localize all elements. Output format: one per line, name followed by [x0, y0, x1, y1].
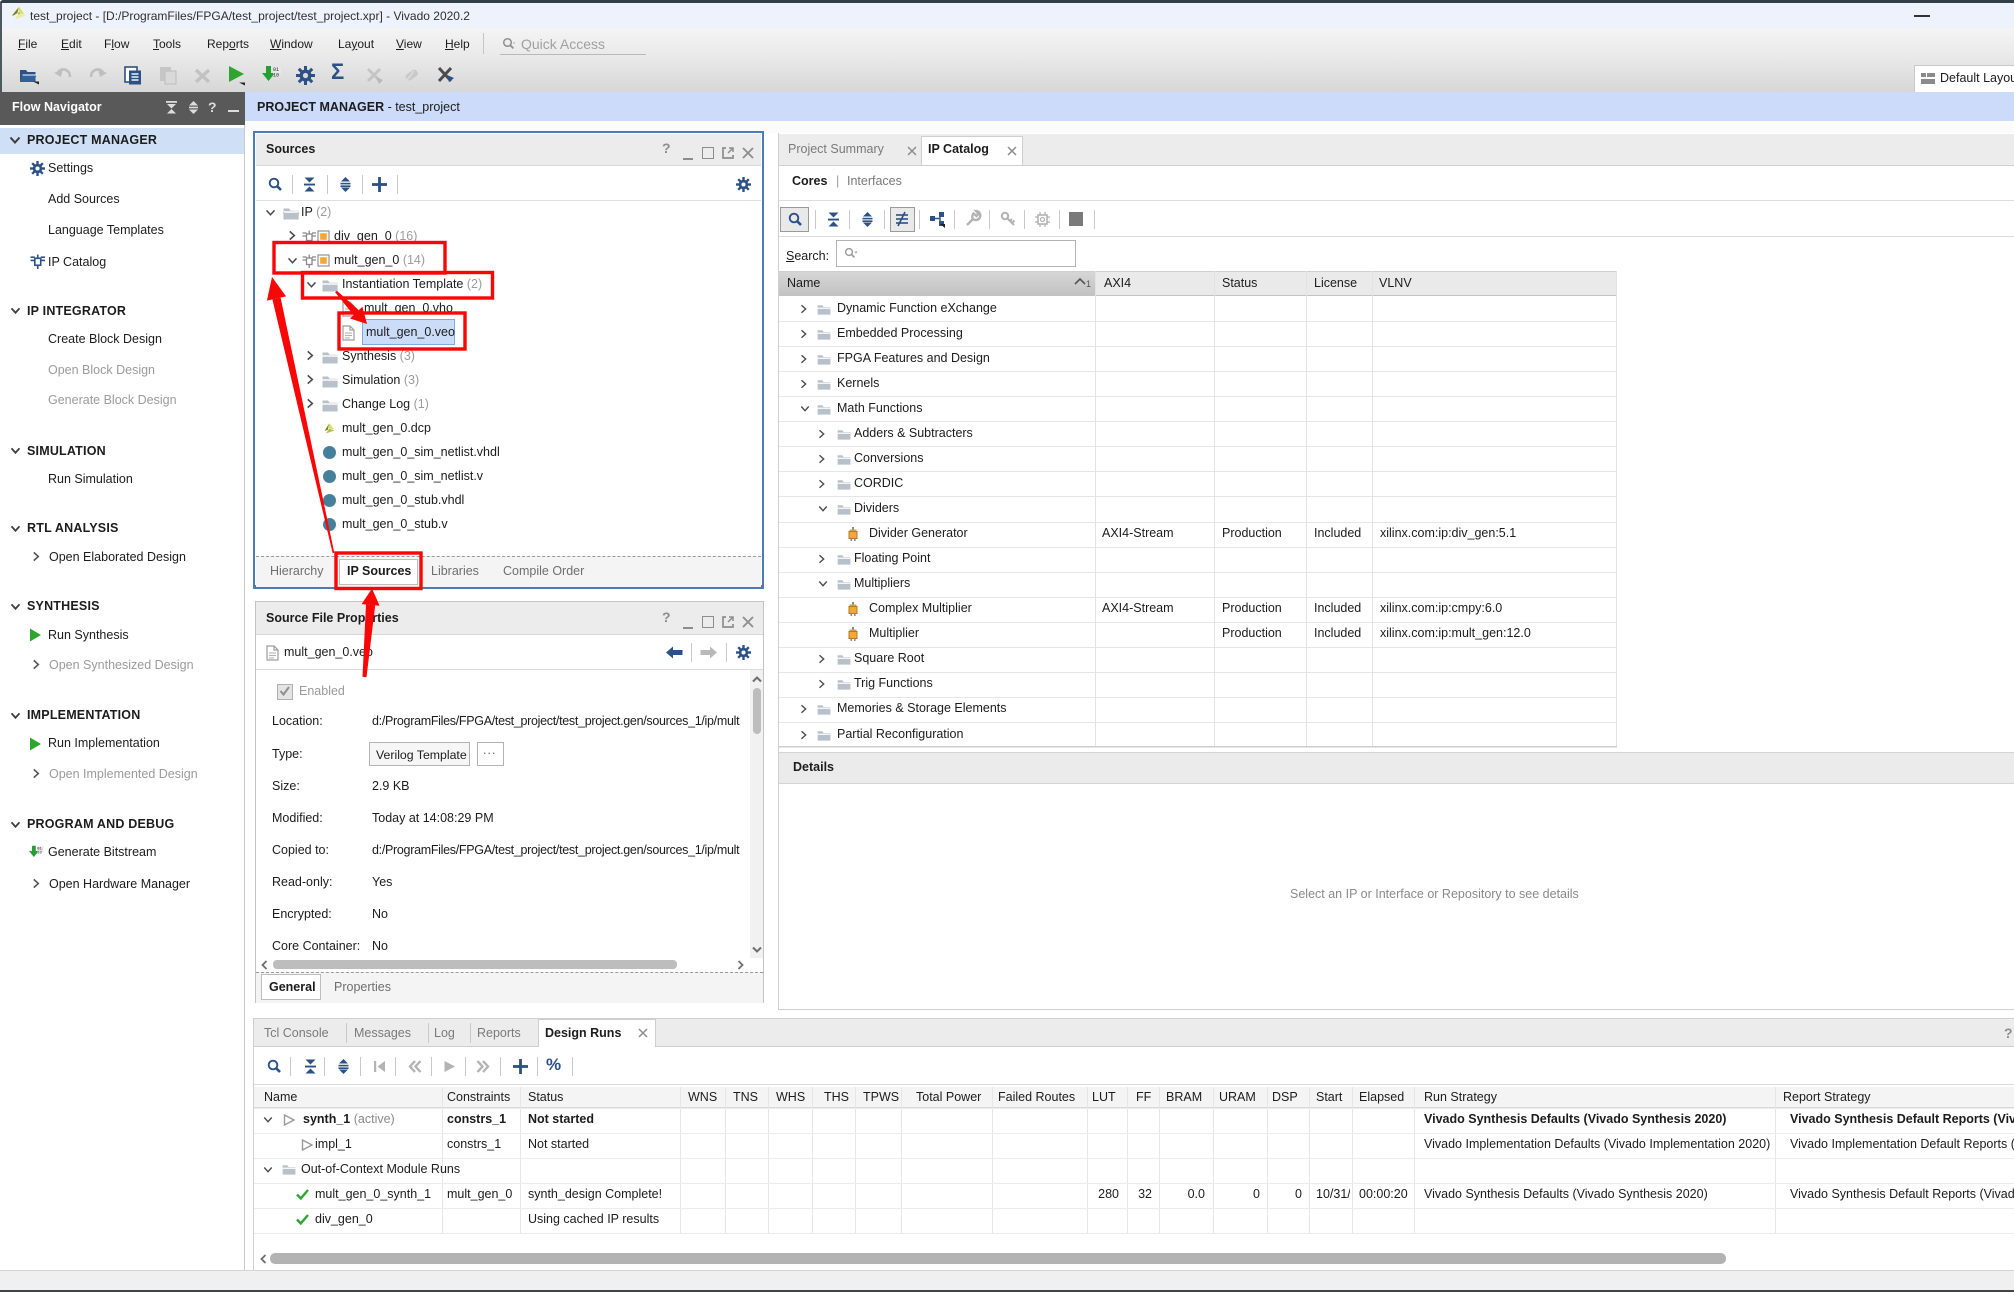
- svg-text:10: 10: [37, 852, 42, 856]
- svg-text:1: 1: [1086, 279, 1091, 289]
- svg-text:10: 10: [273, 73, 279, 79]
